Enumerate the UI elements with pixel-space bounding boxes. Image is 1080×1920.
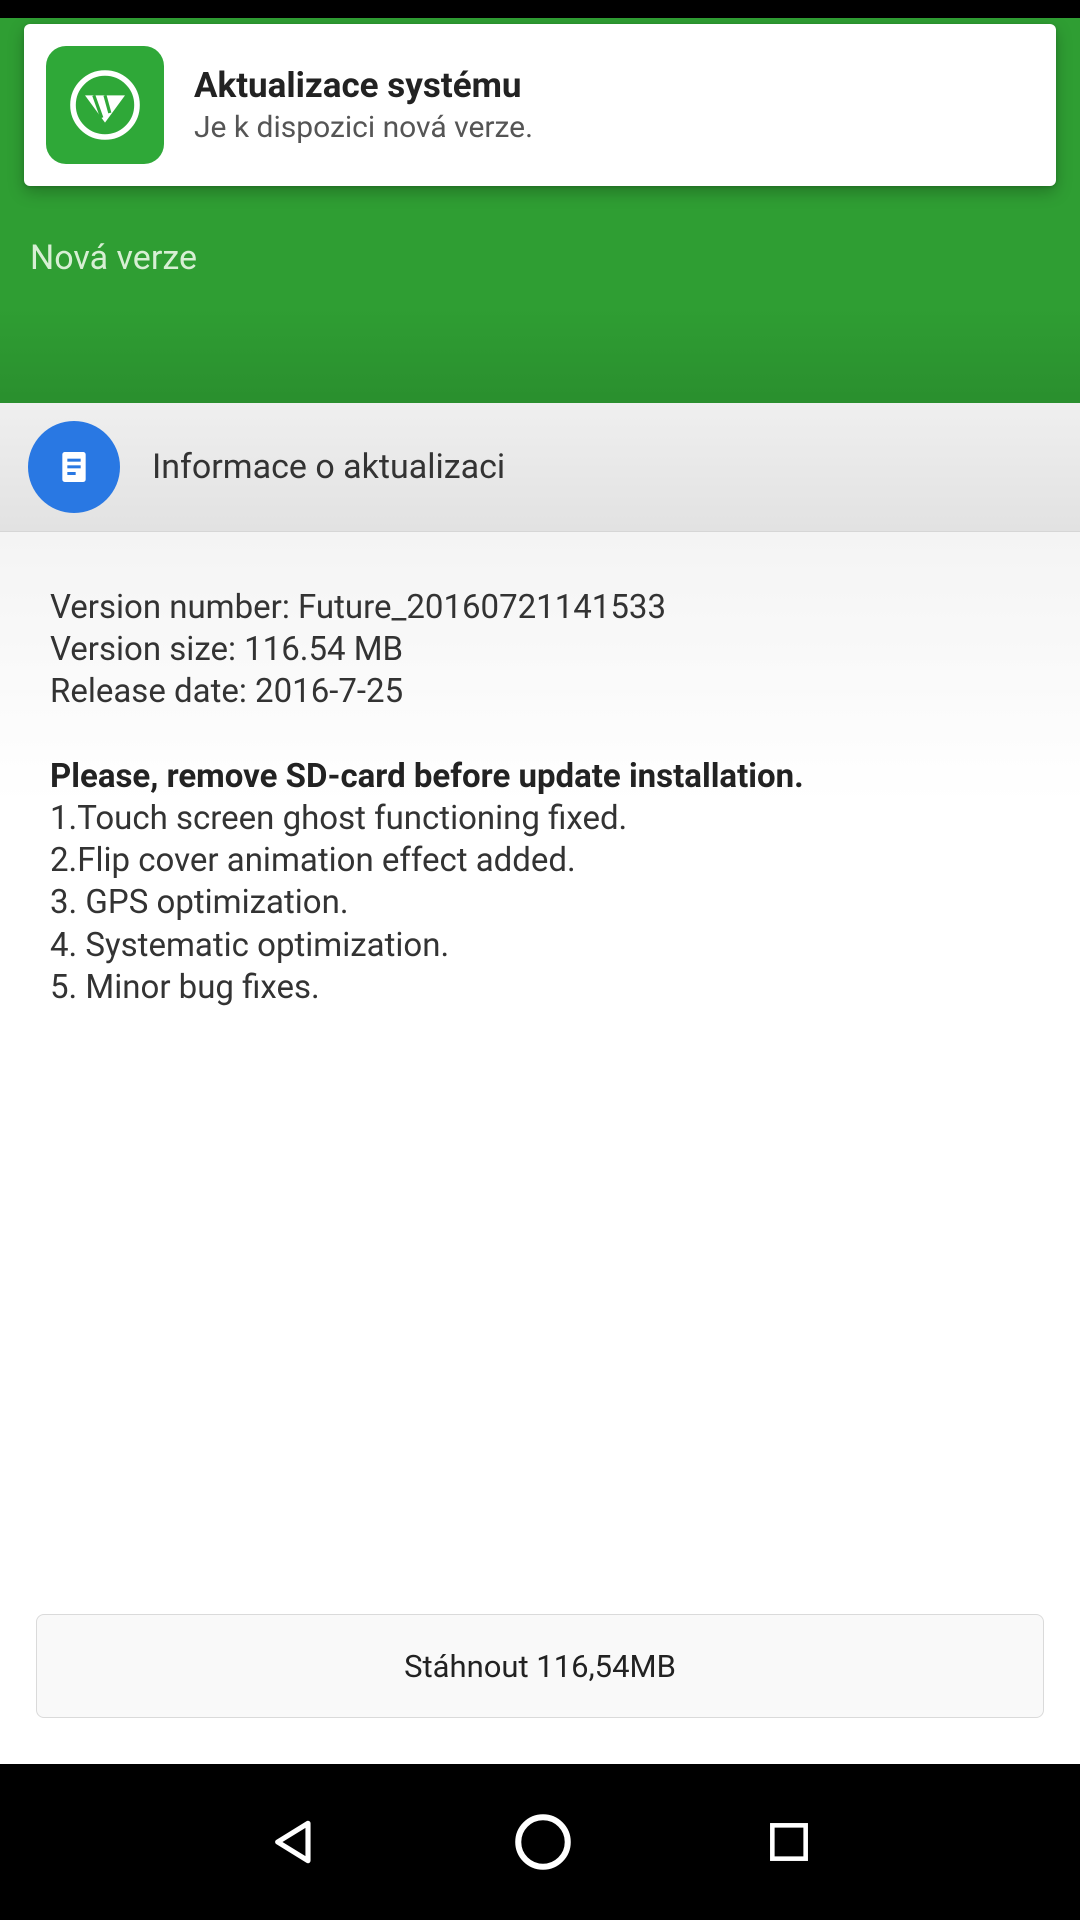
version-number: Version number: Future_20160721141533	[50, 587, 1030, 629]
release-date: Release date: 2016-7-25	[50, 671, 1030, 713]
home-icon[interactable]	[510, 1809, 576, 1875]
changelog-item: 4. Systematic optimization.	[50, 925, 1030, 967]
notification-title: Aktualizace systému	[194, 65, 533, 106]
update-warning: Please, remove SD-card before update ins…	[50, 756, 1030, 798]
update-info: Version number: Future_20160721141533 Ve…	[0, 532, 1080, 1614]
notification-subtitle: Je k dispozici nová verze.	[194, 110, 533, 145]
document-icon	[28, 421, 120, 513]
changelog-item: 3. GPS optimization.	[50, 882, 1030, 924]
version-size: Version size: 116.54 MB	[50, 629, 1030, 671]
recent-apps-icon[interactable]	[764, 1817, 814, 1867]
changelog-item: 2.Flip cover animation effect added.	[50, 840, 1030, 882]
changelog-item: 5. Minor bug fixes.	[50, 967, 1030, 1009]
download-button[interactable]: Stáhnout 116,54MB	[36, 1614, 1044, 1718]
section-title: Informace o aktualizaci	[152, 447, 505, 487]
notification-card[interactable]: Aktualizace systému Je k dispozici nová …	[24, 24, 1056, 186]
app-icon	[46, 46, 164, 164]
status-bar	[0, 0, 1080, 18]
section-header: Informace o aktualizaci	[0, 403, 1080, 532]
back-icon[interactable]	[266, 1814, 322, 1870]
navigation-bar	[0, 1764, 1080, 1920]
page-title: Nová verze	[30, 238, 1050, 278]
changelog-item: 1.Touch screen ghost functioning fixed.	[50, 798, 1030, 840]
